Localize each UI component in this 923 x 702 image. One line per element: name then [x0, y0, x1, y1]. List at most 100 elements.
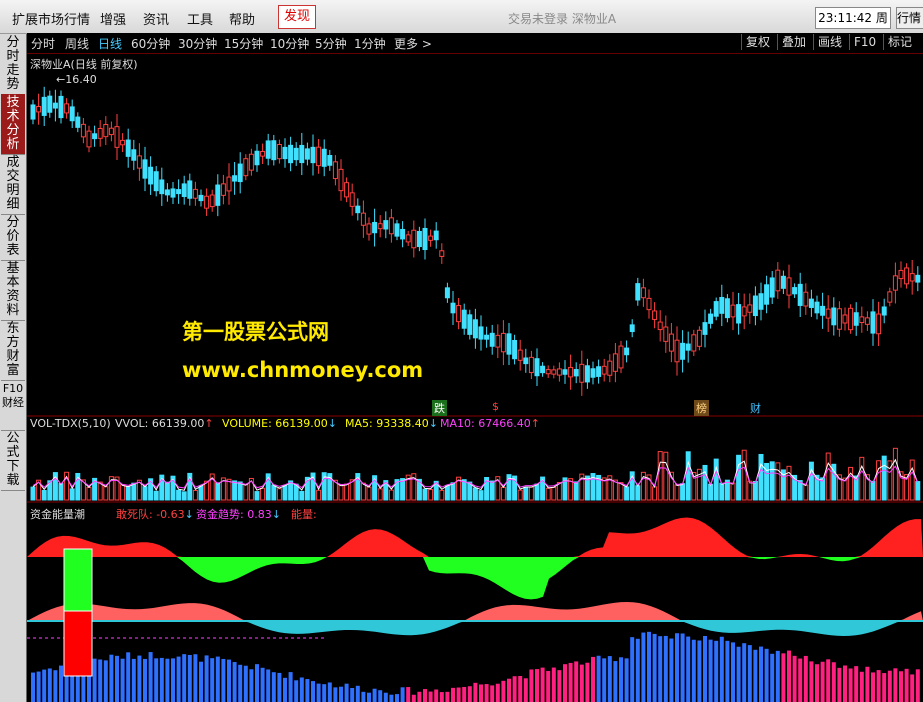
period-5min[interactable]: 5分钟	[315, 35, 347, 52]
volume-bar	[450, 482, 456, 501]
volume-bar	[803, 484, 809, 501]
marker-drop[interactable]: 跌	[432, 400, 447, 416]
candle	[758, 293, 764, 310]
sidebar-tab-trades[interactable]: 成交明细	[1, 154, 25, 215]
candle	[41, 96, 47, 116]
candle	[859, 316, 865, 324]
candle	[596, 366, 602, 377]
candle	[64, 103, 70, 114]
energy-bar	[462, 686, 467, 702]
sidebar-tab-eastmoney[interactable]: 东方财富	[1, 320, 25, 381]
menu-enhance[interactable]: 增强	[100, 9, 126, 28]
energy-bar	[428, 691, 433, 702]
energy-bar	[557, 670, 562, 702]
volume-bar	[232, 480, 238, 501]
period-15min[interactable]: 15分钟	[224, 35, 263, 52]
candle	[131, 149, 137, 161]
quote-button[interactable]: 行情	[896, 7, 923, 29]
volume-bar	[243, 484, 249, 501]
candle	[444, 287, 450, 299]
energy-bar	[395, 694, 399, 702]
mark-button[interactable]: 标记	[883, 34, 912, 50]
energy-bar	[467, 686, 472, 702]
volume-bar	[635, 485, 641, 501]
energy-bar	[350, 688, 355, 702]
energy-bar	[831, 662, 836, 702]
candle	[472, 319, 478, 339]
volume-bar	[69, 488, 75, 501]
marker-finance[interactable]: 财	[750, 400, 761, 416]
candle	[724, 298, 730, 319]
kline-chart[interactable]	[27, 54, 923, 702]
fund-indicator-name: 资金能量潮	[30, 508, 85, 521]
period-intraday[interactable]: 分时	[31, 35, 55, 52]
energy-bar	[826, 659, 831, 702]
energy-bar	[339, 686, 343, 702]
volume-bar	[741, 449, 747, 501]
energy-bar	[378, 690, 383, 702]
energy-bar	[579, 664, 584, 702]
energy-bar	[602, 658, 607, 702]
period-more[interactable]: 更多 >	[394, 35, 432, 52]
menu-discover[interactable]: 发现	[278, 5, 316, 29]
marker-list[interactable]: 榜	[694, 400, 709, 416]
sidebar-tab-price-table[interactable]: 分价表	[1, 214, 25, 261]
energy-bar	[406, 687, 411, 702]
sidebar-tab-formula-download[interactable]: 公式下载	[1, 430, 25, 491]
candle	[377, 223, 383, 230]
period-daily[interactable]: 日线	[98, 35, 122, 52]
candle	[646, 297, 652, 311]
sidebar-tab-intraday[interactable]: 分时走势	[1, 34, 25, 95]
marker-dollar[interactable]: $	[492, 400, 499, 413]
energy-bar	[159, 657, 164, 702]
sidebar-tab-fundamentals[interactable]: 基本资料	[1, 260, 25, 321]
energy-bar	[585, 662, 590, 702]
energy-bar	[299, 677, 304, 702]
volume-bar	[181, 491, 187, 501]
candle	[702, 322, 708, 335]
sidebar-tab-f10[interactable]: F10财经	[1, 380, 25, 431]
energy-bar	[915, 669, 920, 702]
energy-bar	[736, 646, 741, 702]
candle	[103, 124, 109, 138]
draw-button[interactable]: 画线	[813, 34, 842, 50]
energy-bar	[596, 655, 601, 702]
period-1min[interactable]: 1分钟	[354, 35, 386, 52]
volume-bar	[86, 487, 92, 501]
energy-bar	[131, 658, 136, 702]
volume-bar	[534, 483, 540, 501]
energy-bar	[764, 648, 769, 702]
energy-bar	[697, 640, 702, 702]
energy-bar	[311, 681, 315, 702]
candle	[164, 189, 170, 196]
volume-bar	[517, 489, 523, 501]
period-weekly[interactable]: 周线	[65, 35, 89, 52]
period-30min[interactable]: 30分钟	[178, 35, 217, 52]
candle	[551, 369, 557, 375]
volume-bar	[612, 479, 618, 501]
candle	[316, 146, 322, 167]
energy-bar	[383, 692, 388, 702]
energy-bar	[574, 661, 579, 702]
period-10min[interactable]: 10分钟	[270, 35, 309, 52]
candle	[747, 304, 753, 313]
volume-bar	[192, 489, 198, 501]
menu-tools[interactable]: 工具	[187, 9, 213, 28]
menu-extended-market[interactable]: 扩展市场行情	[12, 9, 90, 28]
adjust-button[interactable]: 复权	[741, 34, 770, 50]
menu-help[interactable]: 帮助	[229, 9, 255, 28]
candle	[439, 250, 445, 257]
period-60min[interactable]: 60分钟	[131, 35, 170, 52]
sidebar-tab-technical[interactable]: 技术分析	[1, 94, 25, 155]
energy-bar	[176, 656, 181, 702]
candle	[108, 127, 114, 136]
energy-bar	[871, 672, 875, 702]
overlay-button[interactable]: 叠加	[777, 34, 806, 50]
f10-button[interactable]: F10	[849, 34, 876, 50]
menu-news[interactable]: 资讯	[143, 9, 169, 28]
candle	[876, 313, 882, 335]
login-status: 交易未登录 深物业A	[508, 12, 617, 26]
candle	[584, 365, 590, 383]
volume-bar	[870, 480, 876, 501]
energy-bar	[518, 675, 523, 702]
